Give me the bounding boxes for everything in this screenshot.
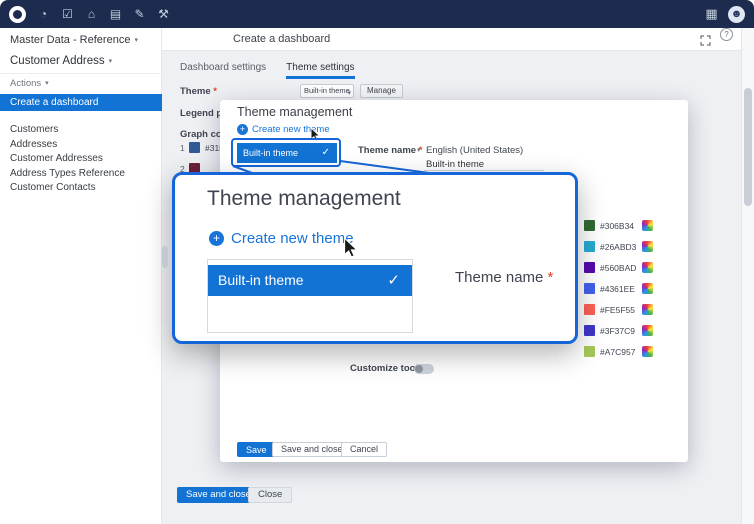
footer-close-button[interactable]: Close xyxy=(248,487,292,503)
theme-select[interactable]: Built-in theme▾ xyxy=(300,84,354,98)
topbar-right: ▦ ☻ xyxy=(694,6,745,23)
color-picker-button[interactable] xyxy=(642,304,653,315)
user-avatar[interactable]: ☻ xyxy=(728,6,745,23)
sidebar: Master Data - Reference▾ Customer Addres… xyxy=(0,28,162,524)
topbar: ◔ ☑ ⌂ ▤ ✎ ⚒ ▦ ☻ xyxy=(0,0,754,28)
theme-field-label: Theme * xyxy=(180,86,217,97)
callout-theme-name-label: Theme name * xyxy=(455,269,553,286)
palette-row: #26ABD3 xyxy=(584,241,653,252)
color-hex: #A7C957 xyxy=(600,347,642,357)
color-swatch[interactable] xyxy=(584,346,595,357)
tab-bar: Dashboard settings Theme settings xyxy=(162,51,741,79)
modal-title: Theme management xyxy=(237,105,352,119)
color-hex: #3F37C9 xyxy=(600,326,642,336)
plus-icon: + xyxy=(237,124,248,135)
chevron-down-icon: ▾ xyxy=(134,37,138,44)
vertical-scrollbar[interactable] xyxy=(741,28,754,524)
color-picker-button[interactable] xyxy=(642,346,653,357)
content-scrollbar-thumb[interactable] xyxy=(162,246,168,268)
check-icon: ✓ xyxy=(322,143,330,163)
actions-menu[interactable]: Actions▾ xyxy=(10,78,49,89)
color-hex: #306B34 xyxy=(600,221,642,231)
customize-tooltip-toggle[interactable] xyxy=(414,364,434,374)
sidebar-item-address-types[interactable]: Address Types Reference xyxy=(10,168,125,179)
color-swatch[interactable] xyxy=(584,220,595,231)
color-swatch[interactable] xyxy=(584,304,595,315)
palette-row: #306B34 xyxy=(584,220,653,231)
apps-icon[interactable]: ▦ xyxy=(705,6,718,22)
theme-name-input[interactable]: Built-in theme xyxy=(426,159,484,170)
color-swatch[interactable] xyxy=(189,142,200,153)
callout-theme-list: Built-in theme ✓ xyxy=(207,259,413,333)
color-picker-button[interactable] xyxy=(642,262,653,273)
color-swatch[interactable] xyxy=(584,241,595,252)
color-swatch[interactable] xyxy=(584,262,595,273)
callout-create-new-theme-link[interactable]: + Create new theme xyxy=(209,230,354,247)
chevron-down-icon: ▾ xyxy=(45,80,49,87)
tasks-icon[interactable]: ☑ xyxy=(61,7,74,21)
chevron-down-icon: ▾ xyxy=(109,58,113,65)
color-picker-button[interactable] xyxy=(642,283,653,294)
sidebar-item-customers[interactable]: Customers xyxy=(10,124,58,135)
sidebar-divider xyxy=(0,73,162,74)
input-underline xyxy=(424,170,544,171)
color-swatch[interactable] xyxy=(584,325,595,336)
process-icon[interactable]: ◔ xyxy=(37,7,50,21)
palette-row: #3F37C9 xyxy=(584,325,653,336)
home-icon[interactable]: ⌂ xyxy=(85,7,98,21)
tab-dashboard-settings[interactable]: Dashboard settings xyxy=(180,62,266,79)
color-picker-button[interactable] xyxy=(642,325,653,336)
sidebar-item-customer-contacts[interactable]: Customer Contacts xyxy=(10,182,96,193)
chevron-down-icon: ▾ xyxy=(417,146,421,154)
save-button[interactable]: Save xyxy=(237,442,276,457)
callout-title: Theme management xyxy=(207,187,401,211)
design-icon[interactable]: ✎ xyxy=(133,7,146,21)
tools-icon[interactable]: ⚒ xyxy=(157,7,170,21)
color-hex: #4361EE xyxy=(600,284,642,294)
page-header: Create a dashboard ? xyxy=(162,28,741,51)
sidebar-item-customer-addresses[interactable]: Customer Addresses xyxy=(10,153,103,164)
color-hex: #FE5F55 xyxy=(600,305,642,315)
palette-row: #4361EE xyxy=(584,283,653,294)
cancel-button[interactable]: Cancel xyxy=(341,442,387,457)
feed-icon[interactable]: ▤ xyxy=(109,7,122,21)
sidebar-item-create-dashboard[interactable]: Create a dashboard xyxy=(0,94,162,111)
chevron-down-icon: ▾ xyxy=(347,88,351,98)
color-picker-button[interactable] xyxy=(642,241,653,252)
color-hex: #26ABD3 xyxy=(600,242,642,252)
theme-list-item-builtin[interactable]: Built-in theme ✓ xyxy=(237,143,337,163)
callout-theme-list-item-builtin[interactable]: Built-in theme ✓ xyxy=(208,265,412,296)
theme-name-label: Theme name * xyxy=(358,145,422,156)
color-index: 1 xyxy=(180,143,189,153)
palette-row: #560BAD xyxy=(584,262,653,273)
check-icon: ✓ xyxy=(387,265,400,296)
page-title: Create a dashboard xyxy=(233,28,330,51)
fullscreen-icon[interactable] xyxy=(700,33,711,51)
section-selector[interactable]: Customer Address▾ xyxy=(10,55,112,67)
language-selector[interactable]: English (United States) xyxy=(426,145,523,156)
color-hex: #560BAD xyxy=(600,263,642,273)
plus-icon: + xyxy=(209,231,224,246)
manage-button[interactable]: Manage xyxy=(360,84,403,98)
save-and-close-button[interactable]: Save and close xyxy=(272,442,352,457)
scrollbar-thumb[interactable] xyxy=(744,88,752,206)
palette-row: #A7C957 xyxy=(584,346,653,357)
palette-row: #FE5F55 xyxy=(584,304,653,315)
tab-theme-settings[interactable]: Theme settings xyxy=(286,62,354,79)
app-window: ◔ ☑ ⌂ ▤ ✎ ⚒ ▦ ☻ Master Data - Reference▾… xyxy=(0,0,754,524)
color-swatch[interactable] xyxy=(584,283,595,294)
zoom-callout: Theme management + Create new theme Buil… xyxy=(172,172,578,344)
color-picker-button[interactable] xyxy=(642,220,653,231)
help-icon[interactable]: ? xyxy=(720,28,733,41)
sidebar-item-addresses[interactable]: Addresses xyxy=(10,139,57,150)
app-logo-icon[interactable] xyxy=(9,6,26,23)
workspace-selector[interactable]: Master Data - Reference▾ xyxy=(10,34,138,46)
